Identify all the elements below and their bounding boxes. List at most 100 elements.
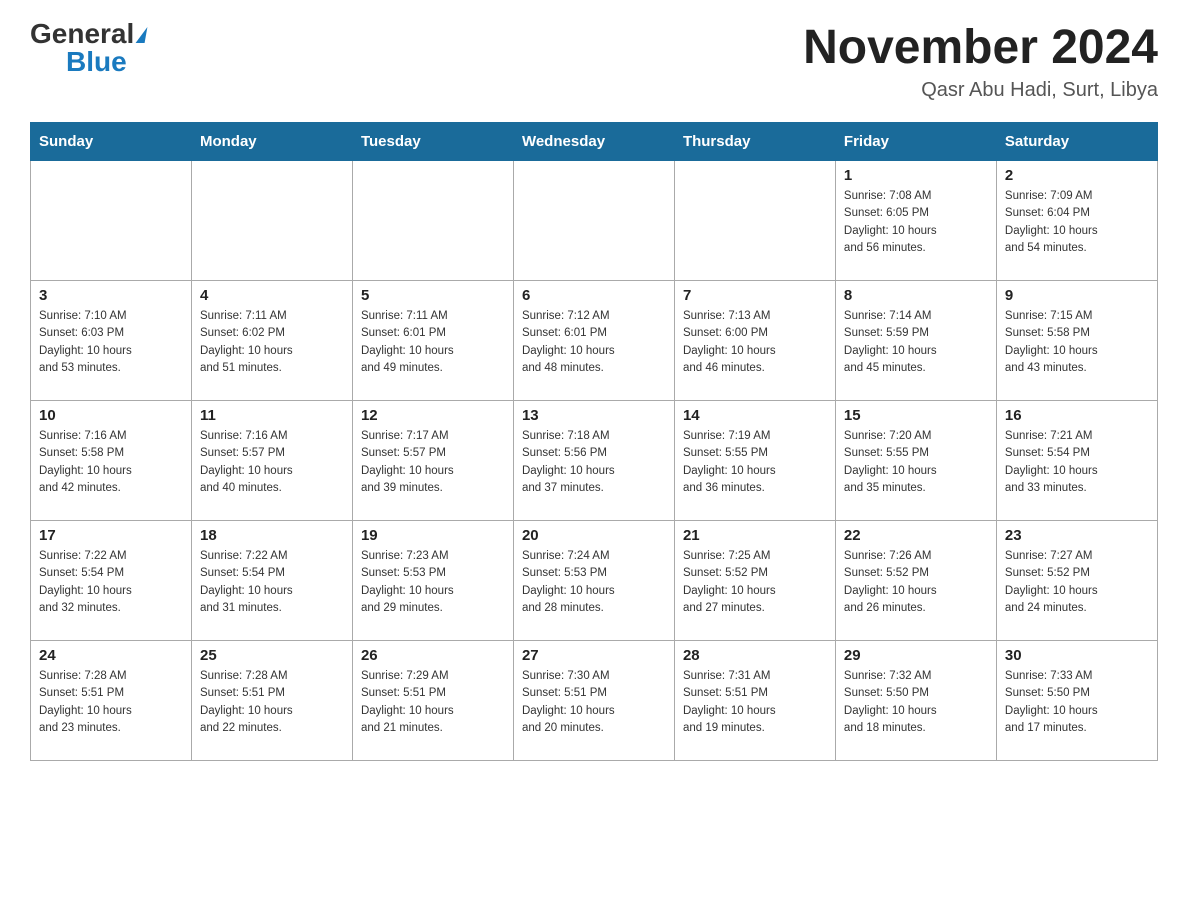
week-row-1: 1 Sunrise: 7:08 AMSunset: 6:05 PMDaylight… <box>31 161 1158 281</box>
day-cell <box>352 161 513 281</box>
day-info: Sunrise: 7:22 AMSunset: 5:54 PMDaylight:… <box>39 548 183 617</box>
day-cell: 4Sunrise: 7:11 AMSunset: 6:02 PMDaylight… <box>191 281 352 401</box>
col-wednesday: Wednesday <box>513 123 674 161</box>
col-saturday: Saturday <box>996 123 1157 161</box>
day-cell: 14Sunrise: 7:19 AMSunset: 5:55 PMDayligh… <box>674 401 835 521</box>
col-monday: Monday <box>191 123 352 161</box>
day-info: Sunrise: 7:26 AMSunset: 5:52 PMDaylight:… <box>844 548 988 617</box>
col-friday: Friday <box>835 123 996 161</box>
day-number: 21 <box>683 527 827 544</box>
col-tuesday: Tuesday <box>352 123 513 161</box>
week-row-5: 24 Sunrise: 7:28 AMSunset: 5:51 PMDayligh… <box>31 641 1158 761</box>
day-info: Sunrise: 7:09 AMSunset: 6:04 PMDaylight:… <box>1005 188 1149 257</box>
week-row-3: 10Sunrise: 7:16 AMSunset: 5:58 PMDayligh… <box>31 401 1158 521</box>
day-number: 1 <box>844 167 988 184</box>
day-info: Sunrise: 7:24 AMSunset: 5:53 PMDaylight:… <box>522 548 666 617</box>
day-cell <box>513 161 674 281</box>
day-info: Sunrise: 7:16 AMSunset: 5:57 PMDaylight:… <box>200 428 344 497</box>
day-info: Sunrise: 7:08 AMSunset: 6:05 PMDaylight:… <box>844 188 988 257</box>
day-info: Sunrise: 7:13 AMSunset: 6:00 PMDaylight:… <box>683 308 827 377</box>
calendar-header: Sunday Monday Tuesday Wednesday Thursday… <box>31 123 1158 161</box>
day-number: 12 <box>361 407 505 424</box>
day-number: 9 <box>1005 287 1149 304</box>
day-cell: 3Sunrise: 7:10 AMSunset: 6:03 PMDaylight… <box>31 281 192 401</box>
day-cell: 7 Sunrise: 7:13 AMSunset: 6:00 PMDaylight… <box>674 281 835 401</box>
day-cell: 15Sunrise: 7:20 AMSunset: 5:55 PMDayligh… <box>835 401 996 521</box>
day-cell: 26 Sunrise: 7:29 AMSunset: 5:51 PMDayligh… <box>352 641 513 761</box>
day-info: Sunrise: 7:25 AMSunset: 5:52 PMDaylight:… <box>683 548 827 617</box>
day-number: 18 <box>200 527 344 544</box>
day-number: 19 <box>361 527 505 544</box>
day-number: 28 <box>683 647 827 664</box>
day-number: 25 <box>200 647 344 664</box>
logo-blue-text: Blue <box>66 48 127 76</box>
day-info: Sunrise: 7:18 AMSunset: 5:56 PMDaylight:… <box>522 428 666 497</box>
day-number: 7 <box>683 287 827 304</box>
day-cell: 30 Sunrise: 7:33 AMSunset: 5:50 PMDayligh… <box>996 641 1157 761</box>
week-row-2: 3Sunrise: 7:10 AMSunset: 6:03 PMDaylight… <box>31 281 1158 401</box>
day-number: 27 <box>522 647 666 664</box>
day-number: 26 <box>361 647 505 664</box>
day-cell: 11 Sunrise: 7:16 AMSunset: 5:57 PMDayligh… <box>191 401 352 521</box>
day-cell: 16Sunrise: 7:21 AMSunset: 5:54 PMDayligh… <box>996 401 1157 521</box>
day-cell: 8 Sunrise: 7:14 AMSunset: 5:59 PMDaylight… <box>835 281 996 401</box>
day-info: Sunrise: 7:33 AMSunset: 5:50 PMDaylight:… <box>1005 668 1149 737</box>
day-number: 17 <box>39 527 183 544</box>
day-number: 6 <box>522 287 666 304</box>
day-cell: 21 Sunrise: 7:25 AMSunset: 5:52 PMDayligh… <box>674 521 835 641</box>
calendar-table: Sunday Monday Tuesday Wednesday Thursday… <box>30 122 1158 761</box>
day-info: Sunrise: 7:10 AMSunset: 6:03 PMDaylight:… <box>39 308 183 377</box>
day-info: Sunrise: 7:21 AMSunset: 5:54 PMDaylight:… <box>1005 428 1149 497</box>
day-cell: 6Sunrise: 7:12 AMSunset: 6:01 PMDaylight… <box>513 281 674 401</box>
day-info: Sunrise: 7:32 AMSunset: 5:50 PMDaylight:… <box>844 668 988 737</box>
day-info: Sunrise: 7:30 AMSunset: 5:51 PMDaylight:… <box>522 668 666 737</box>
logo: General Blue <box>30 20 146 76</box>
day-number: 30 <box>1005 647 1149 664</box>
day-cell: 24 Sunrise: 7:28 AMSunset: 5:51 PMDayligh… <box>31 641 192 761</box>
day-cell: 19Sunrise: 7:23 AMSunset: 5:53 PMDayligh… <box>352 521 513 641</box>
day-number: 13 <box>522 407 666 424</box>
day-number: 5 <box>361 287 505 304</box>
day-number: 22 <box>844 527 988 544</box>
day-cell: 27 Sunrise: 7:30 AMSunset: 5:51 PMDayligh… <box>513 641 674 761</box>
day-number: 11 <box>200 407 344 424</box>
day-cell: 10Sunrise: 7:16 AMSunset: 5:58 PMDayligh… <box>31 401 192 521</box>
day-cell: 28 Sunrise: 7:31 AMSunset: 5:51 PMDayligh… <box>674 641 835 761</box>
day-number: 8 <box>844 287 988 304</box>
day-info: Sunrise: 7:19 AMSunset: 5:55 PMDaylight:… <box>683 428 827 497</box>
day-cell: 5 Sunrise: 7:11 AMSunset: 6:01 PMDaylight… <box>352 281 513 401</box>
day-info: Sunrise: 7:28 AMSunset: 5:51 PMDaylight:… <box>200 668 344 737</box>
day-info: Sunrise: 7:14 AMSunset: 5:59 PMDaylight:… <box>844 308 988 377</box>
day-cell: 9Sunrise: 7:15 AMSunset: 5:58 PMDaylight… <box>996 281 1157 401</box>
day-cell: 23 Sunrise: 7:27 AMSunset: 5:52 PMDayligh… <box>996 521 1157 641</box>
day-cell: 20 Sunrise: 7:24 AMSunset: 5:53 PMDayligh… <box>513 521 674 641</box>
day-cell: 18 Sunrise: 7:22 AMSunset: 5:54 PMDayligh… <box>191 521 352 641</box>
day-cell: 2 Sunrise: 7:09 AMSunset: 6:04 PMDaylight… <box>996 161 1157 281</box>
day-info: Sunrise: 7:27 AMSunset: 5:52 PMDaylight:… <box>1005 548 1149 617</box>
day-info: Sunrise: 7:11 AMSunset: 6:01 PMDaylight:… <box>361 308 505 377</box>
day-info: Sunrise: 7:22 AMSunset: 5:54 PMDaylight:… <box>200 548 344 617</box>
day-number: 2 <box>1005 167 1149 184</box>
day-info: Sunrise: 7:17 AMSunset: 5:57 PMDaylight:… <box>361 428 505 497</box>
title-section: November 2024 Qasr Abu Hadi, Surt, Libya <box>803 20 1158 102</box>
header-row: Sunday Monday Tuesday Wednesday Thursday… <box>31 123 1158 161</box>
day-number: 24 <box>39 647 183 664</box>
day-cell <box>674 161 835 281</box>
day-number: 23 <box>1005 527 1149 544</box>
calendar-title: November 2024 <box>803 20 1158 75</box>
day-cell: 25 Sunrise: 7:28 AMSunset: 5:51 PMDayligh… <box>191 641 352 761</box>
day-info: Sunrise: 7:16 AMSunset: 5:58 PMDaylight:… <box>39 428 183 497</box>
week-row-4: 17 Sunrise: 7:22 AMSunset: 5:54 PMDayligh… <box>31 521 1158 641</box>
day-cell: 12 Sunrise: 7:17 AMSunset: 5:57 PMDayligh… <box>352 401 513 521</box>
day-cell: 29 Sunrise: 7:32 AMSunset: 5:50 PMDayligh… <box>835 641 996 761</box>
day-info: Sunrise: 7:29 AMSunset: 5:51 PMDaylight:… <box>361 668 505 737</box>
day-cell <box>191 161 352 281</box>
day-info: Sunrise: 7:31 AMSunset: 5:51 PMDaylight:… <box>683 668 827 737</box>
day-info: Sunrise: 7:28 AMSunset: 5:51 PMDaylight:… <box>39 668 183 737</box>
day-number: 20 <box>522 527 666 544</box>
day-info: Sunrise: 7:20 AMSunset: 5:55 PMDaylight:… <box>844 428 988 497</box>
logo-general-text: General <box>30 20 134 48</box>
day-cell: 22 Sunrise: 7:26 AMSunset: 5:52 PMDayligh… <box>835 521 996 641</box>
day-info: Sunrise: 7:11 AMSunset: 6:02 PMDaylight:… <box>200 308 344 377</box>
day-number: 29 <box>844 647 988 664</box>
